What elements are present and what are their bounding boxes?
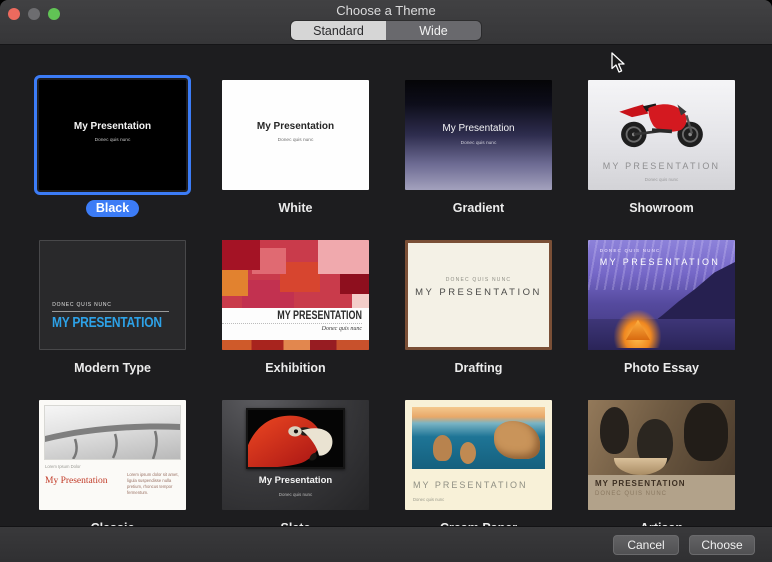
slide-subtitle: Donec quis nunc: [321, 326, 362, 333]
slide-body-text: Lorem ipsum dolor sit amet, ligula suspe…: [127, 472, 179, 495]
theme-thumbnail-classic[interactable]: Lorem Ipsum Dolor My Presentation Lorem …: [39, 400, 186, 510]
pottery-photo: [588, 400, 735, 475]
theme-tile-drafting: DONEC QUIS NUNC MY PRESENTATION Drafting: [405, 240, 552, 376]
glowing-tent-artwork: [614, 310, 662, 348]
slide-subtitle: Donec quis nunc: [94, 138, 131, 144]
slide-caption: Lorem Ipsum Dolor: [45, 464, 81, 469]
theme-label-exhibition: Exhibition: [265, 361, 326, 375]
theme-label-showroom: Showroom: [629, 201, 694, 215]
slide-subtitle: Donec quis nunc: [460, 140, 497, 146]
theme-tile-showroom: MY PRESENTATION Donec quis nunc Showroom: [588, 80, 735, 216]
slide-title: MY PRESENTATION: [595, 478, 686, 488]
theme-gallery: My Presentation Donec quis nunc Black My…: [0, 45, 772, 526]
theme-label-modern-type: Modern Type: [74, 361, 151, 375]
theme-thumbnail-artisan[interactable]: MY PRESENTATION DONEC QUIS NUNC: [588, 400, 735, 510]
theme-thumbnail-black[interactable]: My Presentation Donec quis nunc: [34, 75, 191, 195]
theme-label-white: White: [278, 201, 313, 215]
theme-tile-exhibition: MY PRESENTATION Donec quis nunc Exhibiti…: [222, 240, 369, 376]
pottery-bowl-artwork: [614, 458, 668, 475]
theme-thumbnail-gradient[interactable]: My Presentation Donec quis nunc: [405, 80, 552, 190]
dotted-rule: [222, 323, 362, 325]
cancel-button[interactable]: Cancel: [613, 534, 679, 555]
coast-photo: [412, 407, 545, 469]
bridge-artwork: [45, 423, 180, 460]
theme-tile-gradient: My Presentation Donec quis nunc Gradient: [405, 80, 552, 216]
theme-thumbnail-photo-essay[interactable]: DONEC QUIS NUNC MY PRESENTATION: [588, 240, 735, 350]
window-title: Choose a Theme: [336, 3, 436, 18]
theme-tile-cream-paper: MY PRESENTATION Donec quis nunc Cream Pa…: [405, 400, 552, 526]
slide-subtitle: Donec quis nunc: [413, 496, 445, 502]
footer-bar: Cancel Choose: [0, 526, 772, 562]
slide-title: MY PRESENTATION: [277, 310, 362, 323]
slide-title: MY PRESENTATION: [599, 256, 721, 267]
ground-artwork: [588, 319, 735, 350]
slide-text-band: MY PRESENTATION Donec quis nunc: [222, 308, 369, 341]
pottery-jug-artwork: [683, 402, 728, 462]
slide-title: My Presentation: [45, 476, 108, 486]
slide-subtitle: Donec quis nunc: [277, 138, 314, 144]
slide-title: MY PRESENTATION: [413, 480, 528, 491]
theme-label-drafting: Drafting: [454, 361, 503, 375]
choose-theme-dialog: Choose a Theme Standard Wide My Presenta…: [0, 0, 772, 562]
theme-thumbnail-white[interactable]: My Presentation Donec quis nunc: [222, 80, 369, 190]
bridge-photo: [44, 405, 181, 460]
theme-tile-black: My Presentation Donec quis nunc Black: [34, 75, 191, 217]
parrot-photo: [241, 407, 346, 470]
pottery-jug-artwork: [599, 407, 630, 454]
slide-title: My Presentation: [442, 122, 515, 134]
theme-thumbnail-slate[interactable]: My Presentation Donec quis nunc: [222, 400, 369, 510]
theme-tile-modern-type: DONEC QUIS NUNC MY PRESENTATION Modern T…: [39, 240, 186, 376]
mosaic-artwork: [222, 240, 369, 308]
slide-title: My Presentation: [258, 474, 333, 486]
theme-tile-white: My Presentation Donec quis nunc White: [222, 80, 369, 216]
theme-thumbnail-drafting[interactable]: DONEC QUIS NUNC MY PRESENTATION: [405, 240, 552, 350]
theme-thumbnail-showroom[interactable]: MY PRESENTATION Donec quis nunc: [588, 80, 735, 190]
slide-subtitle: Donec quis nunc: [278, 492, 313, 498]
slide-kicker: DONEC QUIS NUNC: [445, 277, 512, 284]
theme-grid: My Presentation Donec quis nunc Black My…: [0, 45, 772, 526]
slide-kicker: DONEC QUIS NUNC: [595, 490, 668, 497]
slide-text-block: DONEC QUIS NUNC MY PRESENTATION: [52, 302, 178, 331]
theme-tile-photo-essay: DONEC QUIS NUNC MY PRESENTATION Photo Es…: [588, 240, 735, 376]
theme-thumbnail-modern-type[interactable]: DONEC QUIS NUNC MY PRESENTATION: [39, 240, 186, 350]
tab-standard[interactable]: Standard: [291, 21, 386, 40]
slide-title: My Presentation: [256, 120, 335, 132]
size-segmented-control: Standard Wide: [291, 21, 481, 40]
slide-title: MY PRESENTATION: [52, 313, 162, 331]
slide-title: MY PRESENTATION: [415, 286, 542, 298]
tab-wide[interactable]: Wide: [386, 21, 481, 40]
parrot-artwork: [241, 415, 332, 468]
theme-label-photo-essay: Photo Essay: [623, 361, 700, 375]
theme-thumbnail-exhibition[interactable]: MY PRESENTATION Donec quis nunc: [222, 240, 369, 350]
slide-kicker: DONEC QUIS NUNC: [599, 247, 661, 253]
rock-artwork: [459, 441, 476, 465]
theme-tile-artisan: MY PRESENTATION DONEC QUIS NUNC Artisan: [588, 400, 735, 526]
motorcycle-image: [618, 103, 703, 148]
theme-tile-classic: Lorem Ipsum Dolor My Presentation Lorem …: [39, 400, 186, 526]
rock-artwork: [433, 434, 452, 461]
rock-arch-artwork: [494, 420, 540, 460]
slide-title: My Presentation: [73, 120, 152, 132]
slide-kicker: DONEC QUIS NUNC: [52, 302, 169, 312]
titlebar: Choose a Theme Standard Wide: [0, 0, 772, 45]
mosaic-strip: [222, 340, 369, 350]
slide-text-band: MY PRESENTATION DONEC QUIS NUNC: [588, 474, 735, 510]
theme-label-gradient: Gradient: [452, 201, 505, 215]
theme-thumbnail-cream-paper[interactable]: MY PRESENTATION Donec quis nunc: [405, 400, 552, 510]
slide-title: MY PRESENTATION: [602, 161, 721, 172]
theme-label-black: Black: [85, 200, 140, 217]
slide-subtitle: Donec quis nunc: [644, 176, 679, 182]
theme-tile-slate: My Presentation Donec quis nunc Slate: [222, 400, 369, 526]
choose-button[interactable]: Choose: [689, 534, 755, 555]
